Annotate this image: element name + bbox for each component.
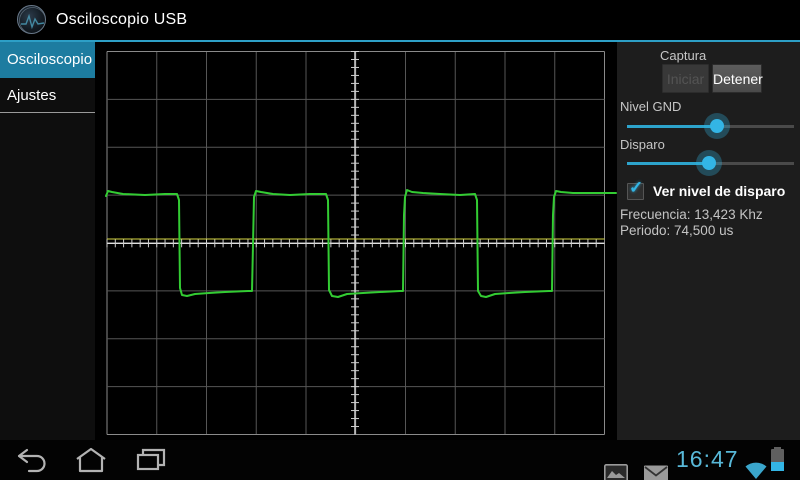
checkmark-icon: ✓: [629, 177, 644, 197]
app-title: Osciloscopio USB: [56, 11, 188, 28]
scope-plot: [105, 51, 617, 435]
period-readout: Periodo: 74,500 us: [620, 223, 734, 238]
back-button[interactable]: [15, 447, 49, 473]
sidebar-item-ajustes[interactable]: Ajustes: [0, 78, 95, 113]
email-notification-icon[interactable]: [644, 454, 668, 480]
wifi-icon[interactable]: [744, 450, 768, 480]
detener-button[interactable]: Detener: [712, 64, 763, 93]
slider-thumb[interactable]: [704, 113, 731, 139]
captura-label: Captura: [660, 48, 707, 63]
battery-icon[interactable]: [771, 447, 784, 471]
navigation-bar: 16:47: [0, 440, 800, 480]
sidebar-item-label: Ajustes: [7, 87, 57, 104]
sidebar: Osciloscopio Ajustes: [0, 42, 95, 440]
sidebar-item-osciloscopio[interactable]: Osciloscopio: [0, 42, 95, 78]
trigger-visibility-row[interactable]: ✓ Ver nivel de disparo: [627, 178, 786, 201]
home-button[interactable]: [74, 447, 108, 473]
status-clock[interactable]: 16:47: [676, 446, 739, 473]
oscilloscope-wave-icon: [19, 7, 45, 33]
frequency-readout: Frecuencia: 13,423 Khz: [620, 207, 763, 222]
sidebar-item-label: Osciloscopio: [7, 51, 93, 68]
trigger-checkbox-label: Ver nivel de disparo: [653, 183, 786, 199]
trigger-checkbox[interactable]: ✓: [627, 178, 644, 200]
control-panel: Captura Iniciar Detener Nivel GND Dispar…: [617, 42, 800, 440]
screen: Osciloscopio USB Osciloscopio Ajustes Ca…: [0, 0, 800, 480]
action-bar: Osciloscopio USB: [0, 0, 800, 40]
gallery-notification-icon[interactable]: [604, 453, 628, 480]
oscilloscope-display: [95, 42, 617, 440]
nivel-gnd-slider[interactable]: [627, 113, 794, 139]
nivel-gnd-label: Nivel GND: [620, 99, 682, 114]
battery-charge-level: [771, 461, 784, 471]
disparo-slider[interactable]: [627, 150, 794, 176]
recents-button[interactable]: [134, 447, 168, 473]
sidebar-divider: [0, 112, 95, 113]
slider-thumb[interactable]: [695, 150, 722, 176]
iniciar-button[interactable]: Iniciar: [662, 64, 709, 93]
app-icon: [17, 5, 46, 34]
